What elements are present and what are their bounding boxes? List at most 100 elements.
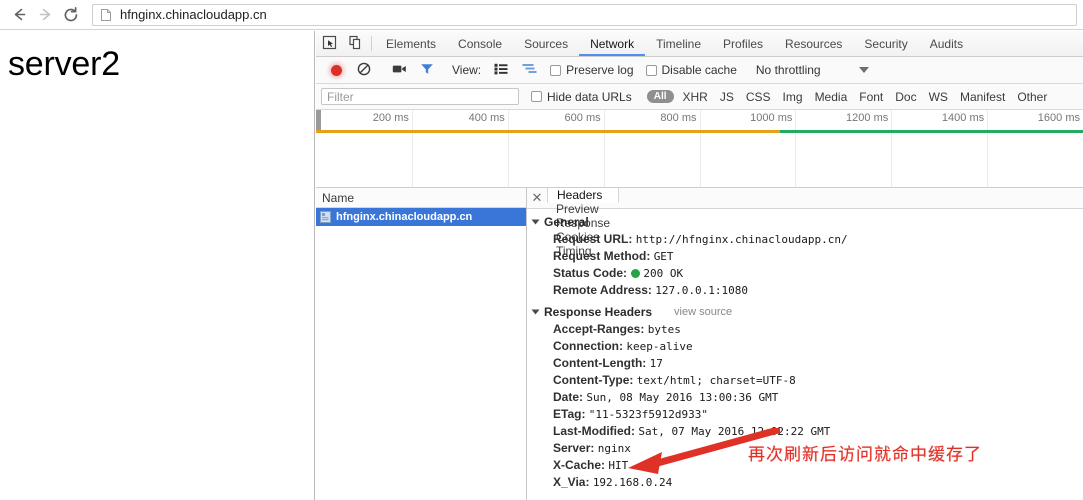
filter-type-manifest[interactable]: Manifest — [954, 90, 1011, 104]
inspect-element-icon — [322, 35, 337, 53]
devtools-tab-security[interactable]: Security — [853, 31, 918, 56]
tab-label: Profiles — [723, 36, 764, 51]
header-name: Accept-Ranges: — [553, 322, 645, 336]
filter-type-css[interactable]: CSS — [740, 90, 777, 104]
tab-label: Network — [590, 36, 635, 51]
header-row: Accept-Ranges: bytes — [527, 321, 1083, 338]
devtools-tab-resources[interactable]: Resources — [774, 31, 853, 56]
general-section-title: General — [544, 215, 589, 229]
page-body-text: server2 — [8, 45, 120, 83]
view-list-button[interactable] — [487, 57, 515, 84]
network-filter-row: Filter Hide data URLs All XHR JS CSS Img Medi… — [316, 84, 1083, 110]
device-toolbar-button[interactable] — [342, 31, 368, 56]
filter-type-other[interactable]: Other — [1011, 90, 1053, 104]
network-overview[interactable]: 200 ms 400 ms 600 ms 800 ms 1000 ms 1200 ms 14… — [316, 110, 1083, 188]
back-button[interactable] — [6, 2, 32, 28]
browser-toolbar: hfnginx.chinacloudapp.cn — [0, 0, 1083, 30]
filter-type-ws[interactable]: WS — [923, 90, 954, 104]
request-row-name: hfnginx.chinacloudapp.cn — [336, 211, 473, 223]
address-bar[interactable]: hfnginx.chinacloudapp.cn — [92, 3, 1077, 26]
response-headers-section-header[interactable]: Response Headers view source — [527, 303, 1083, 321]
header-row: Status Code: 200 OK — [527, 265, 1083, 282]
overview-tick-label: 1600 ms — [1037, 112, 1080, 124]
request-rows: hfnginx.chinacloudapp.cn — [316, 208, 526, 226]
reload-button[interactable] — [58, 2, 84, 28]
overview-tick-label: 200 ms — [372, 112, 409, 124]
header-value: "11-5323f5912d933" — [588, 408, 709, 421]
overview-orange-bar — [316, 130, 781, 133]
devtools-tab-profiles[interactable]: Profiles — [712, 31, 774, 56]
request-list: Name hfnginx.chinacloudapp.cn — [316, 188, 527, 500]
view-waterfall-button[interactable] — [515, 57, 543, 84]
header-name: X-Cache: — [553, 458, 606, 472]
header-row: Connection: keep-alive — [527, 338, 1083, 355]
filter-type-media[interactable]: Media — [809, 90, 854, 104]
clear-button-icon — [357, 62, 371, 79]
details-tab-headers[interactable]: Headers — [547, 188, 620, 203]
screenshot-button[interactable] — [385, 57, 413, 84]
header-row: Remote Address: 127.0.0.1:1080 — [527, 282, 1083, 299]
response-headers-section-title: Response Headers — [544, 305, 653, 319]
header-row: Date: Sun, 08 May 2016 13:00:36 GMT — [527, 389, 1083, 406]
forward-button[interactable] — [32, 2, 58, 28]
checkbox-box — [645, 64, 657, 76]
preserve-log-label: Preserve log — [566, 63, 634, 77]
devtools-tab-list: Elements Console Sources Network Timeline Pro… — [375, 31, 974, 56]
tab-label: Headers — [557, 188, 603, 202]
request-list-header[interactable]: Name — [316, 188, 526, 208]
page-viewport: server2 — [0, 31, 315, 500]
filter-type-doc[interactable]: Doc — [889, 90, 922, 104]
hide-data-urls-checkbox[interactable]: Hide data URLs — [531, 90, 632, 104]
close-icon: ✕ — [531, 190, 543, 205]
tab-label: Console — [458, 36, 503, 51]
overview-tick: 200 ms — [373, 110, 413, 187]
devtools-tab-audits[interactable]: Audits — [919, 31, 974, 56]
inspect-element-button[interactable] — [316, 31, 342, 56]
filter-input[interactable]: Filter — [321, 88, 519, 105]
overview-tick-label: 1400 ms — [941, 112, 985, 124]
header-name: Request Method: — [553, 249, 651, 263]
preserve-log-checkbox[interactable]: Preserve log — [550, 63, 634, 77]
general-section-header[interactable]: General — [527, 213, 1083, 231]
chevron-down-icon — [531, 219, 540, 225]
filter-type-img[interactable]: Img — [777, 90, 809, 104]
request-details: ✕ Headers Preview Response Cookies Timing Ge… — [527, 188, 1083, 500]
header-name: Connection: — [553, 339, 623, 353]
reload-icon — [62, 6, 80, 24]
screenshot-camera-icon — [392, 63, 407, 78]
filter-type-font[interactable]: Font — [853, 90, 889, 104]
disable-cache-label: Disable cache — [661, 63, 737, 77]
request-row[interactable]: hfnginx.chinacloudapp.cn — [316, 208, 526, 226]
overview-window-grabber[interactable] — [316, 110, 321, 130]
devtools-tab-network[interactable]: Network — [579, 31, 645, 56]
tab-label: Timeline — [656, 36, 702, 51]
header-value: Sun, 08 May 2016 13:00:36 GMT — [586, 391, 779, 404]
filter-type-js[interactable]: JS — [714, 90, 740, 104]
throttling-value: No throttling — [755, 63, 821, 77]
request-details-body: General Request URL: http://hfnginx.chin… — [527, 209, 1083, 500]
header-value: nginx — [597, 442, 631, 455]
overview-tick-label: 1000 ms — [750, 112, 793, 124]
arrow-right-icon — [37, 6, 54, 23]
close-details-button[interactable]: ✕ — [527, 188, 547, 208]
devtools-tab-console[interactable]: Console — [447, 31, 513, 56]
filter-type-all[interactable]: All — [646, 90, 674, 103]
devtools-tab-sources[interactable]: Sources — [513, 31, 579, 56]
clear-button[interactable] — [350, 57, 378, 84]
throttling-dropdown[interactable]: No throttling — [756, 63, 869, 77]
view-source-link[interactable]: view source — [674, 306, 732, 318]
header-row: Content-Type: text/html; charset=UTF-8 — [527, 372, 1083, 389]
filter-toggle-button[interactable] — [413, 57, 441, 84]
header-value: Sat, 07 May 2016 12:02:22 GMT — [638, 425, 831, 438]
record-button[interactable] — [322, 57, 350, 84]
overview-tick-label: 800 ms — [660, 112, 697, 124]
devtools-tab-timeline[interactable]: Timeline — [645, 31, 712, 56]
header-row: Content-Length: 17 — [527, 355, 1083, 372]
filter-type-xhr[interactable]: XHR — [677, 90, 714, 104]
filter-input-placeholder: Filter — [327, 89, 354, 104]
devtools-tab-elements[interactable]: Elements — [375, 31, 447, 56]
devtools-tabbar: Elements Console Sources Network Timeline Pro… — [316, 31, 1083, 57]
overview-tick-label: 1200 ms — [846, 112, 889, 124]
response-header-rows: Accept-Ranges: bytes Connection: keep-ali… — [527, 321, 1083, 491]
disable-cache-checkbox[interactable]: Disable cache — [645, 63, 737, 77]
